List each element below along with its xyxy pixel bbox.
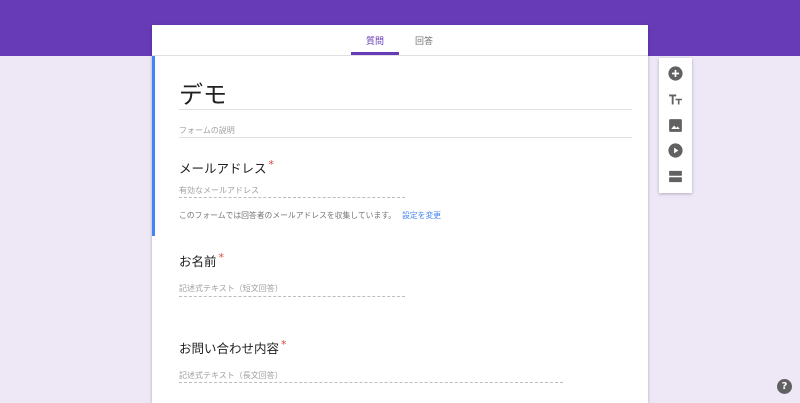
- question-name-label: お名前 *: [179, 251, 224, 270]
- question-title: お名前: [179, 254, 217, 269]
- active-section-indicator: [152, 56, 155, 236]
- floating-toolbar: [659, 58, 692, 193]
- active-tab-indicator: [351, 52, 399, 55]
- help-icon[interactable]: ?: [777, 379, 792, 394]
- tab-questions[interactable]: 質問: [366, 34, 384, 47]
- name-answer-underline: [179, 296, 405, 297]
- description-divider: [179, 137, 632, 138]
- add-video-icon[interactable]: [667, 142, 684, 159]
- form-title[interactable]: デモ: [179, 75, 227, 110]
- email-collection-note: このフォームでは回答者のメールアドレスを収集しています。 設定を変更: [179, 210, 441, 221]
- change-settings-link[interactable]: 設定を変更: [402, 211, 441, 220]
- editor-tabs: 質問 回答: [152, 25, 648, 56]
- add-image-icon[interactable]: [667, 117, 684, 134]
- email-answer-underline: [179, 197, 405, 198]
- question-title: お問い合わせ内容: [179, 341, 280, 356]
- required-asterisk: *: [268, 158, 275, 171]
- inquiry-answer-field[interactable]: 記述式テキスト（長文回答）: [179, 370, 283, 381]
- question-inquiry-label: お問い合わせ内容 *: [179, 338, 287, 357]
- add-question-icon[interactable]: [667, 65, 684, 82]
- tab-responses[interactable]: 回答: [415, 34, 433, 47]
- email-answer-field[interactable]: 有効なメールアドレス: [179, 185, 259, 196]
- required-asterisk: *: [218, 251, 225, 264]
- add-section-icon[interactable]: [667, 168, 684, 185]
- form-editor-card: 質問 回答 デモ フォームの説明 メールアドレス * 有効なメールアドレス このフ…: [152, 25, 648, 403]
- required-asterisk: *: [281, 338, 287, 351]
- form-description-field[interactable]: フォームの説明: [179, 125, 235, 136]
- inquiry-answer-underline: [179, 382, 563, 383]
- title-divider: [179, 109, 632, 110]
- email-note-text: このフォームでは回答者のメールアドレスを収集しています。: [179, 211, 397, 220]
- add-title-icon[interactable]: [667, 91, 684, 108]
- question-email-label: メールアドレス *: [179, 158, 274, 177]
- name-answer-field[interactable]: 記述式テキスト（短文回答）: [179, 283, 283, 294]
- question-title: メールアドレス: [179, 161, 267, 176]
